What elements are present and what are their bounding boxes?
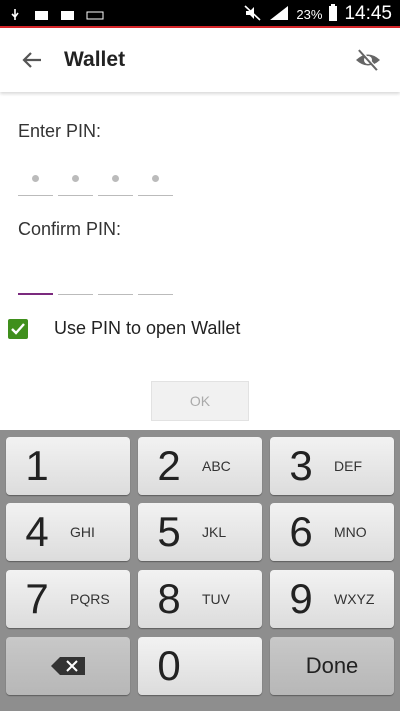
key-digit: 1 [25, 442, 49, 489]
eye-off-icon [356, 49, 380, 71]
key-digit: 6 [289, 508, 313, 555]
battery-percent: 23% [296, 6, 323, 22]
key-digit: 4 [25, 508, 49, 555]
notification-icons [8, 8, 104, 20]
done-key[interactable]: Done [270, 637, 394, 695]
key-digit: 8 [157, 575, 181, 622]
key-digit: 5 [157, 508, 181, 555]
key-9[interactable]: 9 WXYZ [270, 570, 394, 628]
key-digit: 3 [289, 442, 313, 489]
hide-pin-button[interactable] [352, 44, 384, 76]
key-3[interactable]: 3 DEF [270, 437, 394, 495]
pin-dot [112, 175, 119, 182]
use-pin-option[interactable]: Use PIN to open Wallet [8, 318, 240, 339]
checkbox[interactable] [8, 318, 28, 339]
key-4[interactable]: 4 GHI [6, 503, 130, 561]
key-1[interactable]: 1 [6, 437, 130, 495]
page-title: Wallet [64, 48, 126, 71]
checkbox-label: Use PIN to open Wallet [54, 318, 241, 338]
photo-icon [34, 8, 48, 20]
pin-dot [72, 175, 79, 182]
key-0[interactable]: 0 [138, 637, 262, 695]
key-letters: GHI [70, 524, 95, 540]
keyboard-icon [86, 8, 104, 20]
key-letters: DEF [334, 458, 362, 474]
key-letters: TUV [202, 591, 230, 607]
numeric-keypad: 1 2 ABC 3 DEF 4 GHI 5 JKL 6 MNO 7 PQRS 8… [0, 430, 400, 711]
pin-dot [152, 175, 159, 182]
ok-button[interactable]: OK [151, 381, 249, 421]
enter-pin-field[interactable] [18, 162, 173, 196]
confirm-digit-box[interactable] [138, 261, 173, 295]
back-button[interactable] [0, 28, 64, 92]
confirm-pin-field[interactable] [18, 261, 173, 295]
app-bar: Wallet [0, 28, 400, 92]
key-7[interactable]: 7 PQRS [6, 570, 130, 628]
key-6[interactable]: 6 MNO [270, 503, 394, 561]
key-digit: 0 [157, 642, 181, 689]
key-digit: 2 [157, 442, 181, 489]
pin-digit-box[interactable] [58, 162, 93, 196]
battery-icon [328, 3, 338, 25]
clock: 14:45 [344, 3, 392, 24]
key-digit: 9 [289, 575, 313, 622]
confirm-digit-box[interactable] [18, 261, 53, 295]
key-letters: WXYZ [334, 591, 375, 607]
confirm-digit-box[interactable] [58, 261, 93, 295]
checkmark-icon [11, 322, 25, 335]
key-letters: PQRS [70, 591, 110, 607]
key-5[interactable]: 5 JKL [138, 503, 262, 561]
pin-dot [32, 175, 39, 182]
pin-digit-box[interactable] [18, 162, 53, 196]
signal-icon [268, 5, 290, 24]
back-arrow-icon [22, 52, 41, 68]
confirm-digit-box[interactable] [98, 261, 133, 295]
pin-digit-box[interactable] [138, 162, 173, 196]
key-letters: JKL [202, 524, 227, 540]
photo-icon-2 [60, 8, 74, 20]
backspace-icon [51, 657, 85, 675]
key-letters: ABC [202, 458, 231, 474]
key-letters: MNO [334, 524, 367, 540]
key-digit: 7 [25, 575, 49, 622]
status-bar: 23% 14:45 [0, 0, 400, 28]
confirm-pin-label: Confirm PIN: [18, 219, 122, 239]
usb-icon [8, 8, 22, 20]
backspace-key[interactable] [6, 637, 130, 695]
pin-digit-box[interactable] [98, 162, 133, 196]
mute-icon [244, 4, 262, 24]
key-8[interactable]: 8 TUV [138, 570, 262, 628]
enter-pin-label: Enter PIN: [18, 121, 102, 141]
key-2[interactable]: 2 ABC [138, 437, 262, 495]
